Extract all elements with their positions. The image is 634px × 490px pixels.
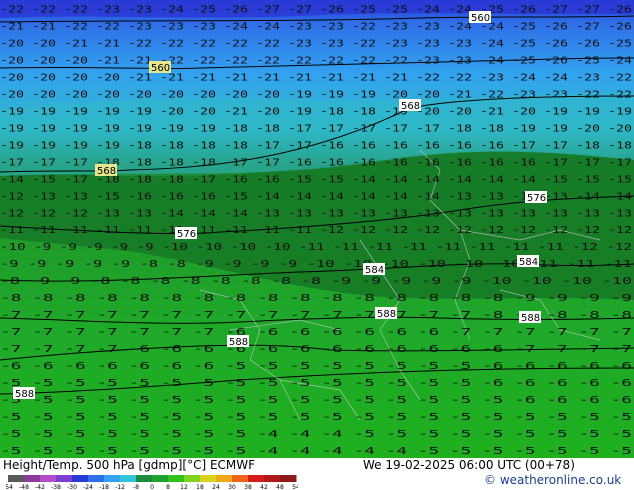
colorbar-swatch: [168, 475, 185, 482]
contour-label: 584: [363, 263, 385, 276]
temperature-row: -8 -8 -8 -8 -8 -8 -8 -8 -8 -8 -8 -8 -8 -…: [0, 293, 632, 304]
temperature-row: -20 -20 -20 -20 -21 -21 -21 -21 -21 -21 …: [0, 73, 632, 84]
temperature-row: -10 -9 -9 -9 -9 -9 -10 -10 -10 -10 -11 -…: [0, 242, 632, 253]
contour-label: 568: [399, 99, 421, 112]
colorbar-tick-label: -18: [99, 484, 109, 490]
colorbar-tick-label: 38: [244, 484, 252, 490]
colorbar-tick-label: 42: [260, 484, 268, 490]
colorbar-tick-label: -48: [19, 484, 29, 490]
colorbar-tick-label: 30: [228, 484, 236, 490]
svg-text:560: 560: [151, 63, 170, 74]
svg-text:584: 584: [519, 257, 538, 268]
contour-label: 588: [519, 311, 541, 324]
colorbar-swatch: [184, 475, 201, 482]
temperature-row: -22 -22 -22 -23 -23 -24 -25 -26 -27 -27 …: [0, 5, 632, 16]
map-panel: -22 -22 -22 -23 -23 -24 -25 -26 -27 -27 …: [0, 0, 634, 458]
colorbar-tick-label: 8: [166, 484, 170, 490]
colorbar-swatch: [56, 475, 73, 482]
colorbar-tick-label: 18: [196, 484, 204, 490]
temperature-row: -21 -21 -22 -22 -23 -23 -23 -24 -24 -23 …: [0, 22, 632, 33]
temperature-row: -7 -7 -7 -7 -7 -7 -7 -6 -6 -6 -6 -6 -6 -…: [0, 327, 632, 338]
contour-label: 568: [95, 164, 117, 177]
contour-label: 588: [13, 387, 35, 400]
colorbar: -54 -48 -42 -38 -30 -24 -18 -12 -8 0 8 12 18 24 30 38 42…: [6, 475, 298, 490]
temperature-row: -5 -5 -5 -5 -5 -5 -5 -5 -5 -5 -5 -5 -5 -…: [0, 395, 632, 406]
colorbar-tick-label: -24: [83, 484, 93, 490]
colorbar-swatch: [24, 475, 41, 482]
temperature-row: -7 -7 -7 -7 -6 -6 -6 -6 -6 -6 -6 -6 -6 -…: [0, 344, 632, 355]
colorbar-swatch: [232, 475, 249, 482]
temperature-row: -20 -20 -20 -21 -21 -22 -22 -22 -22 -22 …: [0, 56, 632, 67]
temperature-row: -19 -19 -19 -19 -19 -20 -20 -21 -20 -19 …: [0, 107, 632, 118]
svg-text:588: 588: [15, 389, 34, 400]
colorbar-swatch: [88, 475, 105, 482]
colorbar-tick-label: 48: [276, 484, 284, 490]
svg-text:588: 588: [377, 309, 396, 320]
colorbar-swatch: [200, 475, 217, 482]
colorbar-tick-label: -38: [51, 484, 61, 490]
contour-label: 560: [469, 11, 491, 24]
temperature-row: -5 -5 -5 -5 -5 -5 -5 -5 -4 -4 -4 -5 -5 -…: [0, 429, 632, 440]
colorbar-swatch: [264, 475, 281, 482]
temperature-row: -5 -5 -5 -5 -5 -5 -5 -5 -5 -5 -5 -5 -5 -…: [0, 378, 632, 389]
colorbar-swatch: [72, 475, 89, 482]
svg-text:576: 576: [527, 193, 546, 204]
colorbar-swatch: [248, 475, 265, 482]
colorbar-swatch: [8, 475, 25, 482]
temperature-row: -6 -6 -6 -6 -6 -6 -6 -5 -5 -5 -5 -5 -5 -…: [0, 361, 632, 372]
svg-text:568: 568: [401, 101, 420, 112]
svg-text:588: 588: [229, 337, 248, 348]
contour-label: 584: [517, 255, 539, 268]
svg-text:568: 568: [97, 166, 116, 177]
weather-chart: -22 -22 -22 -23 -23 -24 -25 -26 -27 -27 …: [0, 0, 634, 490]
colorbar-tick-label: -12: [115, 484, 125, 490]
svg-text:588: 588: [521, 313, 540, 324]
contour-label: 576: [175, 227, 197, 240]
contour-label: 576: [525, 191, 547, 204]
colorbar-tick-label: 54: [292, 484, 298, 490]
svg-text:560: 560: [471, 13, 490, 24]
colorbar-tick-label: -54: [6, 484, 13, 490]
colorbar-tick-label: 0: [150, 484, 154, 490]
colorbar-tick-label: -42: [35, 484, 45, 490]
contour-label: 588: [227, 335, 249, 348]
temperature-row: -20 -20 -20 -20 -20 -20 -20 -20 -20 -19 …: [0, 90, 632, 101]
temperature-row: -12 -12 -12 -13 -13 -14 -14 -14 -13 -13 …: [0, 208, 632, 219]
colorbar-tick-label: 12: [180, 484, 188, 490]
colorbar-swatch: [152, 475, 169, 482]
temperature-row: -14 -15 -17 -18 -18 -18 -17 -16 -16 -15 …: [0, 174, 632, 185]
colorbar-swatch: [120, 475, 137, 482]
temperature-row: -17 -17 -17 -18 -18 -18 -18 -17 -17 -16 …: [0, 157, 632, 168]
temperature-row: -5 -5 -5 -5 -5 -5 -5 -5 -5 -5 -5 -5 -5 -…: [0, 412, 632, 423]
credit-link[interactable]: © weatheronline.co.uk: [484, 473, 621, 487]
svg-text:576: 576: [177, 229, 196, 240]
colorbar-swatches: [8, 475, 297, 482]
colorbar-swatch: [280, 475, 297, 482]
temperature-row: -19 -19 -19 -19 -18 -18 -18 -18 -17 -17 …: [0, 140, 632, 151]
chart-title: Height/Temp. 500 hPa [gdmp][°C] ECMWF: [3, 458, 256, 472]
temperature-row: -8 -9 -9 -8 -8 -8 -8 -8 -8 -8 -8 -9 -9 -…: [0, 276, 632, 287]
contour-label: 588: [375, 307, 397, 320]
colorbar-swatch: [216, 475, 233, 482]
contour-label: 560: [149, 61, 171, 74]
colorbar-tick-label: -30: [67, 484, 77, 490]
temperature-row: -11 -11 -11 -11 -11 -11 -11 -11 -11 -11 …: [0, 225, 632, 236]
footer: Height/Temp. 500 hPa [gdmp][°C] ECMWF We…: [0, 458, 634, 490]
colorbar-swatch: [104, 475, 121, 482]
svg-text:584: 584: [365, 265, 384, 276]
temperature-row: -5 -5 -5 -5 -5 -5 -5 -5 -4 -4 -4 -4 -4 -…: [0, 446, 632, 457]
colorbar-tick-label: -8: [133, 484, 139, 490]
temperature-row: -20 -20 -21 -21 -22 -22 -22 -22 -22 -23 …: [0, 39, 632, 50]
colorbar-swatch: [136, 475, 153, 482]
colorbar-ticks: -54 -48 -42 -38 -30 -24 -18 -12 -8 0 8 12 18 24 30 38 42…: [6, 484, 298, 490]
colorbar-swatch: [40, 475, 57, 482]
colorbar-tick-label: 24: [212, 484, 220, 490]
valid-time: We 19-02-2025 06:00 UTC (00+78): [363, 458, 575, 472]
temperature-row: -19 -19 -19 -19 -19 -19 -19 -18 -18 -17 …: [0, 124, 632, 135]
